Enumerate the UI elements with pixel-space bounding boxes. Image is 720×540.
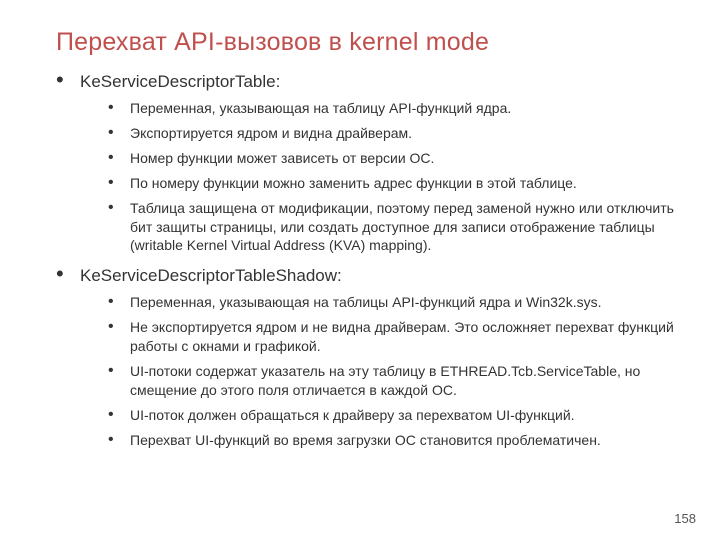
list-item: UI-поток должен обращаться к драйверу за… bbox=[108, 406, 680, 425]
section-0-heading: KeServiceDescriptorTable: bbox=[80, 72, 280, 91]
list-item: По номеру функции можно заменить адрес ф… bbox=[108, 174, 680, 193]
section-0-items: Переменная, указывающая на таблицу API-ф… bbox=[108, 99, 680, 255]
section-1-heading: KeServiceDescriptorTableShadow: bbox=[80, 266, 342, 285]
list-item: Не экспортируется ядром и не видна драйв… bbox=[108, 318, 680, 356]
section-0: KeServiceDescriptorTable: Переменная, ук… bbox=[56, 71, 680, 255]
list-item: Переменная, указывающая на таблицы API-ф… bbox=[108, 293, 680, 312]
list-item: Перехват UI-функций во время загрузки ОС… bbox=[108, 431, 680, 450]
section-1: KeServiceDescriptorTableShadow: Переменн… bbox=[56, 265, 680, 449]
page-number: 158 bbox=[674, 511, 696, 526]
content-list: KeServiceDescriptorTable: Переменная, ук… bbox=[56, 71, 680, 450]
list-item: UI-потоки содержат указатель на эту табл… bbox=[108, 362, 680, 400]
list-item: Экспортируется ядром и видна драйверам. bbox=[108, 124, 680, 143]
slide: Перехват API-вызовов в kernel mode KeSer… bbox=[0, 0, 720, 540]
section-1-items: Переменная, указывающая на таблицы API-ф… bbox=[108, 293, 680, 449]
list-item: Номер функции может зависеть от версии О… bbox=[108, 149, 680, 168]
list-item: Переменная, указывающая на таблицу API-ф… bbox=[108, 99, 680, 118]
list-item: Таблица защищена от модификации, поэтому… bbox=[108, 199, 680, 256]
slide-title: Перехват API-вызовов в kernel mode bbox=[56, 28, 680, 57]
